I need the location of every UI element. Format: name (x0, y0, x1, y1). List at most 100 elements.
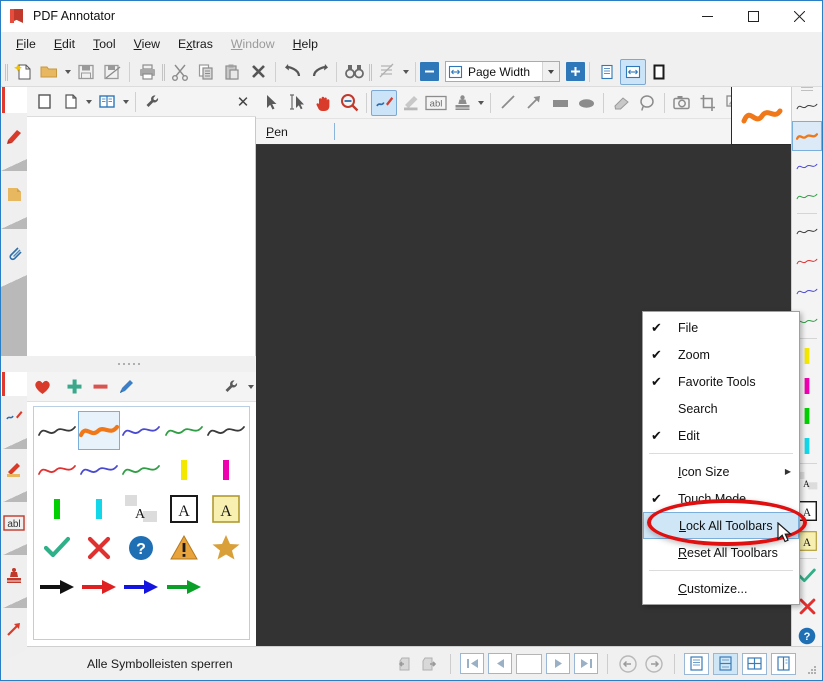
paste-button[interactable] (219, 59, 245, 85)
save-button[interactable] (73, 59, 99, 85)
menu-edit[interactable]: Edit (45, 34, 84, 54)
close-button[interactable] (776, 1, 822, 32)
pen-tool[interactable] (371, 89, 397, 116)
layout-facing-button[interactable] (742, 652, 767, 675)
sidebar-tab-pages[interactable] (1, 171, 27, 229)
sidebar-tab-bookmarks[interactable] (1, 113, 27, 171)
print-button[interactable] (134, 59, 160, 85)
favorite-highlighter-yellow[interactable] (163, 450, 205, 489)
maximize-button[interactable] (730, 1, 776, 32)
highlighter-tool[interactable] (397, 90, 423, 116)
cut-button[interactable] (167, 59, 193, 85)
favorite-stamp-question[interactable]: ? (120, 528, 162, 567)
context-menu-item-zoom[interactable]: ✔ Zoom (643, 341, 799, 368)
tool-rail-textbox[interactable]: abl (1, 502, 27, 556)
crop-tool[interactable] (695, 90, 721, 116)
find-button[interactable] (341, 59, 367, 85)
page-number-input[interactable] (516, 653, 542, 674)
tool-rail-highlighter[interactable] (1, 449, 27, 503)
redo-button[interactable] (306, 59, 332, 85)
tool-rail-stamp[interactable] (1, 555, 27, 609)
favorite-arrow-black[interactable] (36, 567, 78, 606)
favorite-arrow-blue[interactable] (120, 567, 162, 606)
undo-button[interactable] (280, 59, 306, 85)
favorite-stamp-check[interactable] (36, 528, 78, 567)
rectangle-tool[interactable] (547, 90, 573, 116)
favorite-highlighter-magenta[interactable] (205, 450, 247, 489)
stamp-tool[interactable] (449, 90, 475, 116)
textbox-tool[interactable]: abl (423, 90, 449, 116)
previous-page-button[interactable] (488, 653, 512, 674)
favorite-text-boxed[interactable]: A (163, 489, 205, 528)
context-menu-item-touch-mode[interactable]: ✔ Touch Mode (643, 485, 799, 512)
add-favorite-button[interactable] (61, 374, 87, 400)
panel-book-dropdown-arrow-icon[interactable] (120, 89, 131, 115)
copy-button[interactable] (193, 59, 219, 85)
zoom-level-combo[interactable]: Page Width (445, 61, 560, 82)
arrow-tool[interactable] (521, 90, 547, 116)
eraser-tool[interactable] (608, 90, 634, 116)
save-as-button[interactable] (99, 59, 125, 85)
ellipse-tool[interactable] (573, 90, 599, 116)
context-menu-item-search[interactable]: Search (643, 395, 799, 422)
favorites-settings-dropdown-arrow-icon[interactable] (245, 374, 256, 400)
favorite-pen-black-2[interactable] (205, 411, 247, 450)
last-page-button[interactable] (574, 653, 598, 674)
favorite-pen-black[interactable] (36, 411, 78, 450)
panel-settings-button[interactable] (140, 89, 166, 115)
quickbar-pen-black-2[interactable] (792, 216, 822, 246)
favorite-pen-green-2[interactable] (120, 450, 162, 489)
snapshot-tool[interactable] (669, 90, 695, 116)
menu-extras[interactable]: Extras (169, 34, 222, 54)
zoom-in-button[interactable] (566, 62, 585, 81)
context-menu-item-file[interactable]: ✔ File (643, 314, 799, 341)
page-sort-dropdown-arrow-icon[interactable] (400, 59, 411, 85)
forward-button[interactable] (643, 653, 665, 675)
quickbar-pen-orange[interactable] (792, 121, 822, 151)
favorite-pen-blue-2[interactable] (78, 450, 120, 489)
layout-continuous-button[interactable] (713, 652, 738, 675)
panel-thumbnail-button[interactable] (31, 89, 57, 115)
chevron-down-icon[interactable] (542, 62, 559, 81)
panel-page-button[interactable] (57, 89, 83, 115)
quickbar-pen-blue[interactable] (792, 151, 822, 181)
delete-button[interactable] (245, 59, 271, 85)
toolbar-grip-edit[interactable] (160, 62, 167, 82)
full-screen-view-button[interactable] (646, 59, 672, 85)
page-sort-button[interactable] (374, 59, 400, 85)
panel-page-dropdown-arrow-icon[interactable] (83, 89, 94, 115)
favorite-arrow-red[interactable] (78, 567, 120, 606)
favorites-settings-button[interactable] (219, 374, 245, 400)
favorite-highlighter-green[interactable] (36, 489, 78, 528)
favorite-text-note[interactable]: A (205, 489, 247, 528)
panel-splitter[interactable] (1, 356, 256, 372)
favorite-pen-red[interactable] (36, 450, 78, 489)
sidebar-tab-attachments[interactable] (1, 229, 27, 287)
quickbar-pen-black[interactable] (792, 91, 822, 121)
favorite-arrow-green[interactable] (163, 567, 205, 606)
select-tool[interactable] (258, 90, 284, 116)
layout-single-button[interactable] (684, 652, 709, 675)
context-menu-item-reset-all-toolbars[interactable]: Reset All Toolbars (643, 539, 799, 566)
open-document-button[interactable] (36, 59, 62, 85)
minimize-button[interactable] (684, 1, 730, 32)
remove-favorite-button[interactable] (87, 374, 113, 400)
menu-view[interactable]: View (125, 34, 169, 54)
zoom-out-button[interactable] (420, 62, 439, 81)
page-width-view-button[interactable] (620, 58, 646, 85)
next-view-button[interactable] (419, 653, 441, 675)
line-tool[interactable] (495, 90, 521, 116)
open-dropdown-arrow-icon[interactable] (62, 59, 73, 85)
tool-rail-pen[interactable] (1, 396, 27, 450)
context-menu-item-lock-all-toolbars[interactable]: Lock All Toolbars (643, 512, 799, 539)
panel-book-button[interactable] (94, 89, 120, 115)
window-resize-grip[interactable] (808, 666, 818, 676)
tool-rail-arrow[interactable] (1, 608, 27, 662)
stamp-dropdown-arrow-icon[interactable] (475, 90, 486, 116)
text-select-tool[interactable] (284, 90, 310, 116)
favorite-stamp-star[interactable] (205, 528, 247, 567)
favorite-pen-green[interactable] (163, 411, 205, 450)
toolbar-grip-pages[interactable] (367, 62, 374, 82)
context-menu-item-edit[interactable]: ✔ Edit (643, 422, 799, 449)
favorite-pen-orange[interactable] (78, 411, 121, 450)
